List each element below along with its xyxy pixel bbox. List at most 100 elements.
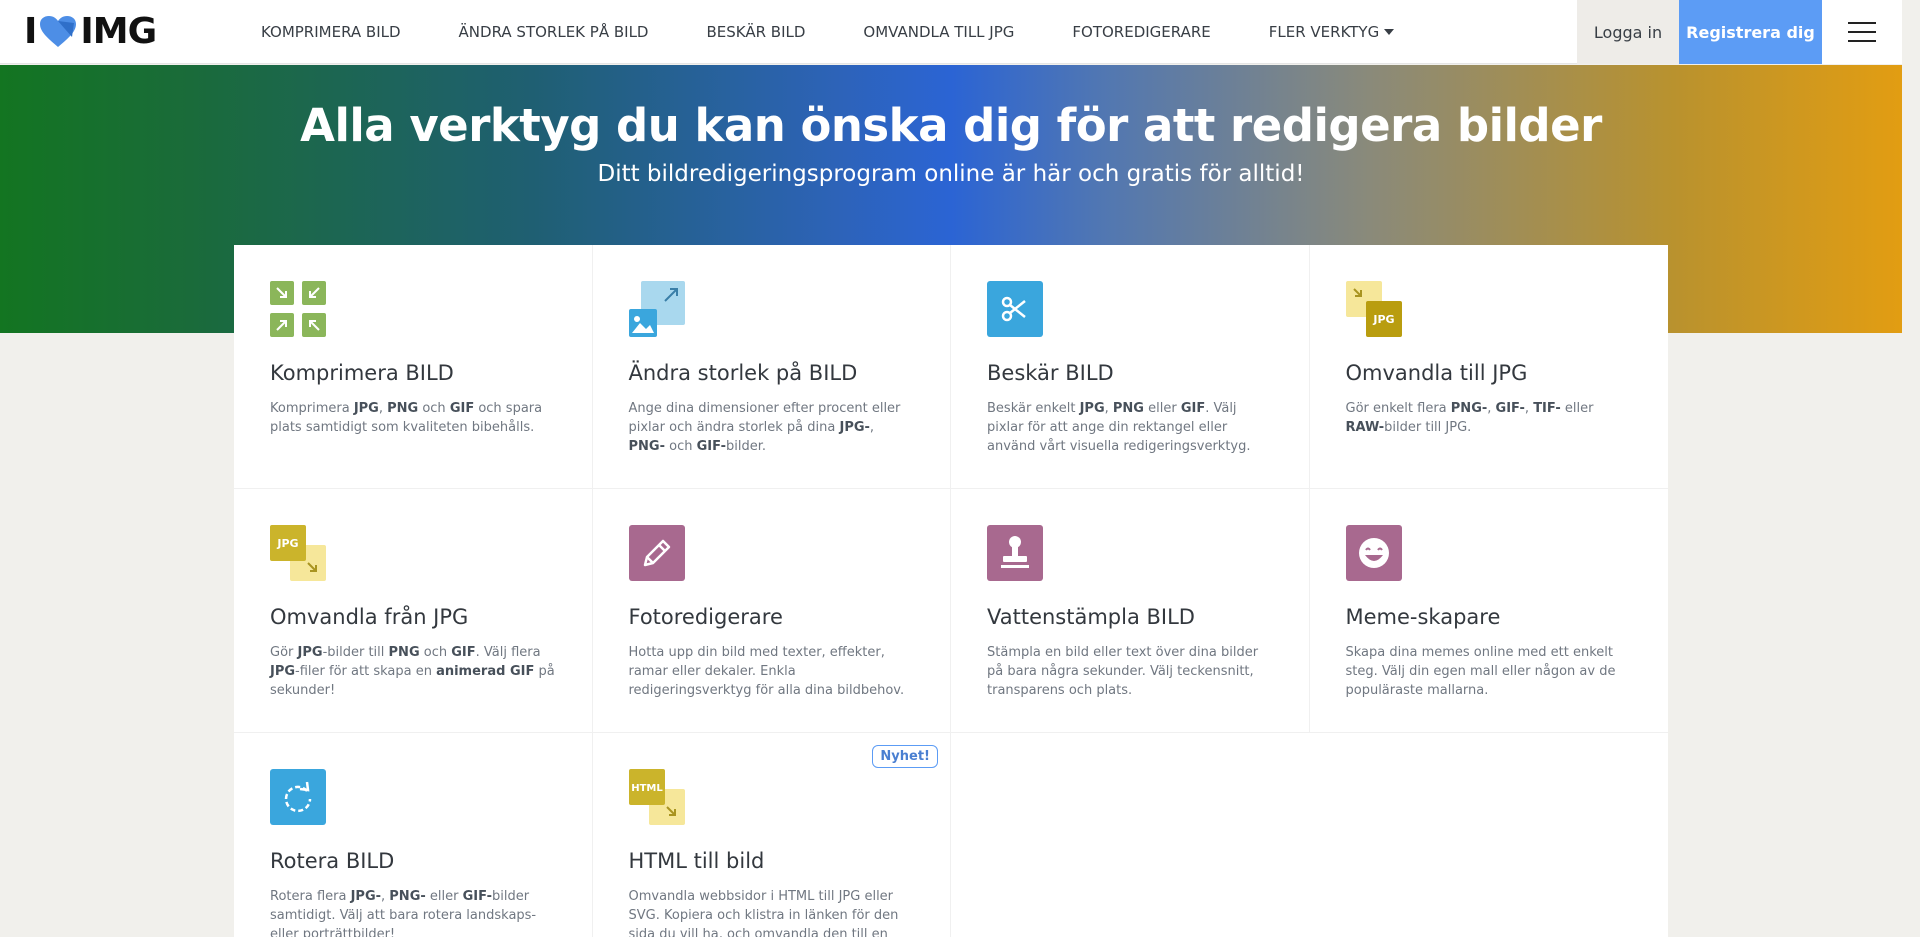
nav-link-label: KOMPRIMERA BILD: [261, 22, 401, 41]
desc-text: . Välj flera: [475, 645, 541, 660]
logo[interactable]: I IMG: [24, 11, 184, 52]
nav-photo-editor[interactable]: FOTOREDIGERARE: [1043, 0, 1239, 64]
logo-left-text: I: [24, 11, 37, 52]
desc-bold-text: JPG: [270, 664, 296, 679]
desc-text: bilder till JPG.: [1384, 420, 1472, 435]
tool-description: Ange dina dimensioner efter procent elle…: [629, 399, 915, 456]
tool-title: Vattenstämpla BILD: [987, 605, 1195, 629]
tool-description: Gör enkelt flera PNG-, GIF-, TIF- eller …: [1346, 399, 1633, 437]
desc-text: och: [664, 439, 697, 454]
svg-text:HTML: HTML: [631, 783, 663, 794]
empty-cell: [1310, 733, 1669, 937]
nav-crop[interactable]: BESKÄR BILD: [677, 0, 834, 64]
tool-description: Beskär enkelt JPG, PNG eller GIF. Välj p…: [987, 399, 1273, 456]
tool-title: Omvandla till JPG: [1345, 361, 1528, 385]
nav-link-label: FOTOREDIGERARE: [1072, 22, 1211, 41]
tool-description: Omvandla webbsidor i HTML till JPG eller…: [629, 887, 915, 937]
desc-text: eller: [1143, 401, 1181, 416]
desc-text: Rotera flera: [270, 889, 351, 904]
nav-link-label: OMVANDLA TILL JPG: [863, 22, 1015, 41]
desc-bold-text: GIF: [449, 401, 475, 416]
tool-description: Komprimera JPG, PNG och GIF och spara pl…: [270, 399, 556, 437]
desc-bold-text: PNG: [1112, 401, 1144, 416]
convert-to-jpg-icon: JPG: [1345, 281, 1402, 337]
svg-text:JPG: JPG: [276, 537, 298, 550]
tool-title: Ändra storlek på BILD: [628, 361, 858, 385]
desc-text: ,: [1487, 401, 1496, 416]
desc-bold-text: GIF: [451, 645, 476, 660]
desc-bold-text: GIF: [1180, 401, 1206, 416]
convert-from-jpg-icon: JPG: [270, 525, 326, 581]
tool-card-watermark[interactable]: Vattenstämpla BILD Stämpla en bild eller…: [951, 489, 1310, 733]
desc-text: Beskär enkelt: [987, 401, 1080, 416]
tool-card-html-to-image[interactable]: Nyhet! HTML HTML till bild Omvandla webb…: [593, 733, 951, 937]
tool-title: Rotera BILD: [270, 849, 395, 873]
empty-cell: [951, 733, 1310, 937]
resize-icon: [628, 281, 685, 337]
hero-title: Alla verktyg du kan önska dig för att re…: [300, 99, 1602, 152]
nav-compress[interactable]: KOMPRIMERA BILD: [232, 0, 430, 64]
nav-link-label: FLER VERKTYG: [1268, 22, 1380, 41]
pencil-icon: [628, 525, 685, 581]
desc-bold-text: JPG: [297, 645, 323, 660]
desc-text: eller: [425, 889, 463, 904]
nav-resize[interactable]: ÄNDRA STORLEK PÅ BILD: [430, 0, 678, 64]
desc-text: och: [418, 401, 450, 416]
desc-text: Gör: [270, 645, 298, 660]
desc-bold-text: PNG-: [389, 889, 426, 904]
svg-text:JPG: JPG: [1372, 313, 1394, 326]
login-button[interactable]: Logga in: [1577, 0, 1679, 64]
tool-description: Skapa dina memes online med ett enkelt s…: [1346, 643, 1633, 700]
tool-card-meme[interactable]: Meme-skapare Skapa dina memes online med…: [1309, 489, 1668, 733]
desc-bold-text: animerad GIF: [436, 664, 535, 679]
desc-text: ,: [1524, 401, 1534, 416]
hamburger-menu-icon[interactable]: [1822, 0, 1902, 64]
desc-bold-text: PNG-: [628, 439, 665, 454]
desc-text: ,: [869, 420, 875, 435]
main-nav: KOMPRIMERA BILD ÄNDRA STORLEK PÅ BILD BE…: [232, 0, 1423, 64]
register-button[interactable]: Registrera dig: [1679, 0, 1822, 64]
nav-more-tools[interactable]: FLER VERKTYG: [1240, 0, 1423, 64]
tool-card-resize[interactable]: Ändra storlek på BILD Ange dina dimensio…: [592, 245, 951, 489]
stamp-icon: [987, 525, 1043, 581]
desc-text: Komprimera: [270, 401, 354, 416]
tools-grid: Komprimera BILD Komprimera JPG, PNG och …: [234, 245, 1668, 937]
desc-bold-text: PNG: [388, 645, 420, 660]
desc-bold-text: GIF-: [1495, 401, 1525, 416]
tool-title: Komprimera BILD: [270, 361, 454, 385]
tool-title: Beskär BILD: [987, 361, 1114, 385]
desc-bold-text: JPG-: [350, 889, 382, 904]
desc-bold-text: RAW-: [1345, 420, 1385, 435]
desc-text: bilder.: [725, 439, 766, 454]
tool-card-convert-from-jpg[interactable]: JPG Omvandla från JPG Gör JPG-bilder til…: [234, 489, 593, 733]
top-navbar: I IMG KOMPRIMERA BILD ÄNDRA STORLEK PÅ B…: [0, 0, 1902, 64]
desc-text: Hotta upp din bild med texter, effekter,…: [628, 645, 905, 698]
tool-description: Gör JPG-bilder till PNG och GIF. Välj fl…: [270, 643, 556, 700]
desc-bold-text: JPG-: [839, 420, 870, 435]
tool-description: Rotera flera JPG-, PNG- eller GIF-bilder…: [270, 887, 556, 937]
desc-bold-text: PNG-: [1450, 401, 1488, 416]
tool-card-convert-to-jpg[interactable]: JPG Omvandla till JPG Gör enkelt flera P…: [1309, 245, 1668, 489]
heart-logo-icon: [40, 15, 77, 47]
meme-face-icon: [1345, 525, 1402, 581]
account-actions: Logga in Registrera dig: [1577, 0, 1902, 64]
desc-text: ,: [1104, 401, 1113, 416]
desc-text: eller: [1560, 401, 1594, 416]
tool-card-photo-editor[interactable]: Fotoredigerare Hotta upp din bild med te…: [592, 489, 951, 733]
tool-title: HTML till bild: [628, 849, 765, 873]
rotate-icon: [270, 769, 326, 825]
compress-icon: [270, 281, 326, 337]
caret-down-icon: [1384, 28, 1395, 35]
tool-card-compress[interactable]: Komprimera BILD Komprimera JPG, PNG och …: [234, 245, 593, 489]
tool-title: Fotoredigerare: [628, 605, 783, 629]
desc-bold-text: GIF-: [696, 439, 726, 454]
nav-convert-to-jpg[interactable]: OMVANDLA TILL JPG: [834, 0, 1043, 64]
desc-text: Gör enkelt flera: [1345, 401, 1451, 416]
tool-card-rotate[interactable]: Rotera BILD Rotera flera JPG-, PNG- elle…: [234, 733, 593, 937]
tool-card-crop[interactable]: Beskär BILD Beskär enkelt JPG, PNG eller…: [951, 245, 1310, 489]
desc-text: Stämpla en bild eller text över dina bil…: [987, 645, 1259, 698]
desc-text: -filer för att skapa en: [295, 664, 437, 679]
scissors-icon: [987, 281, 1043, 337]
tool-description: Hotta upp din bild med texter, effekter,…: [629, 643, 915, 700]
desc-text: ,: [378, 401, 388, 416]
